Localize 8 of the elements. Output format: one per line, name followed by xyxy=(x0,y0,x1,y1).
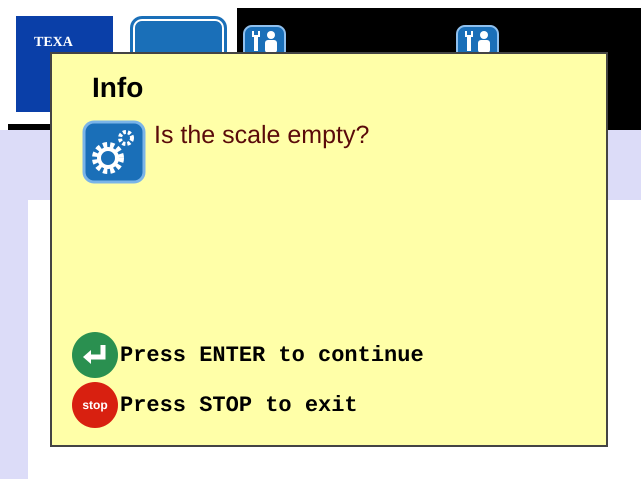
tool-icon[interactable] xyxy=(456,25,499,55)
hint-text: Press ENTER to continue xyxy=(120,342,424,370)
tool-icon[interactable] xyxy=(243,25,286,55)
gears-icon xyxy=(82,120,146,184)
stop-icon: stop xyxy=(72,382,118,428)
hint-text: Press STOP to exit xyxy=(120,392,358,420)
dialog-message: Is the scale empty? xyxy=(154,122,370,150)
enter-icon xyxy=(72,332,118,378)
